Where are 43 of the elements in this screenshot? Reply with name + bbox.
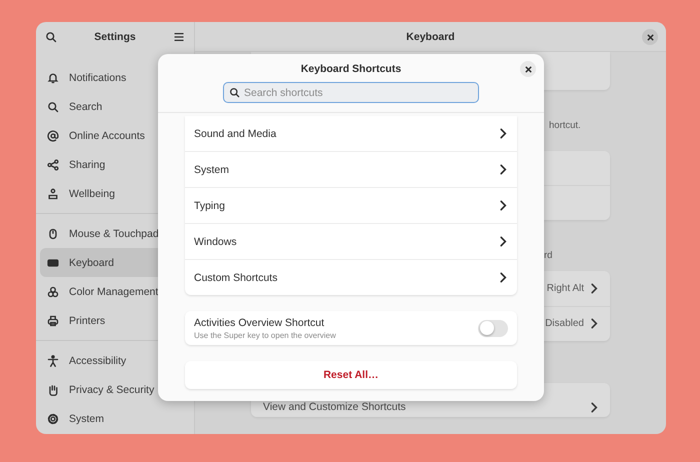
close-icon [646,34,654,40]
category-row[interactable]: Typing [185,187,517,223]
sidebar-item[interactable]: Notifications [40,63,190,92]
category-row[interactable]: Custom Shortcuts [185,259,517,295]
bell-icon [47,72,59,84]
hand-icon [47,384,59,396]
reset-all-button[interactable]: Reset All… [185,361,517,389]
chevron-icon [590,402,598,412]
close-icon [524,66,532,72]
person-icon [47,188,59,200]
accessibility-icon [47,354,59,366]
close-button[interactable] [520,61,536,77]
section-label: rd [544,250,554,263]
chevron-icon [499,200,507,211]
category-row[interactable]: System [185,151,517,187]
search-icon[interactable] [45,30,57,42]
category-row[interactable]: Windows [185,223,517,259]
mouse-icon [47,228,59,240]
menu-icon[interactable] [172,30,185,42]
row-value: Disabled [545,318,584,330]
chevron-icon [590,318,598,330]
chevron-icon [499,128,507,139]
sidebar-item[interactable]: Printers [40,306,190,335]
window-title: Keyboard [406,30,455,42]
color-icon [47,286,59,298]
setting-subtitle: Use the Super key to open the overview [194,330,336,340]
search-field[interactable]: Search shortcuts [223,82,479,103]
dialog-title: Keyboard Shortcuts [300,63,402,75]
search-icon [47,100,59,112]
setting-title: Activities Overview Shortcut [194,316,326,328]
sidebar-item[interactable]: System [40,404,190,433]
toggle-switch[interactable] [478,320,508,336]
chevron-icon [499,272,507,283]
printer-icon [47,314,59,326]
chevron-icon [499,164,507,175]
close-button[interactable] [642,29,658,45]
chevron-icon [499,236,507,247]
sidebar-title: Settings [94,30,136,42]
description-text: hortcut. [549,120,582,133]
at-sign-icon [47,130,59,142]
share-icon [47,158,59,170]
chevron-icon [590,282,598,294]
row-value: Right Alt [546,282,584,294]
